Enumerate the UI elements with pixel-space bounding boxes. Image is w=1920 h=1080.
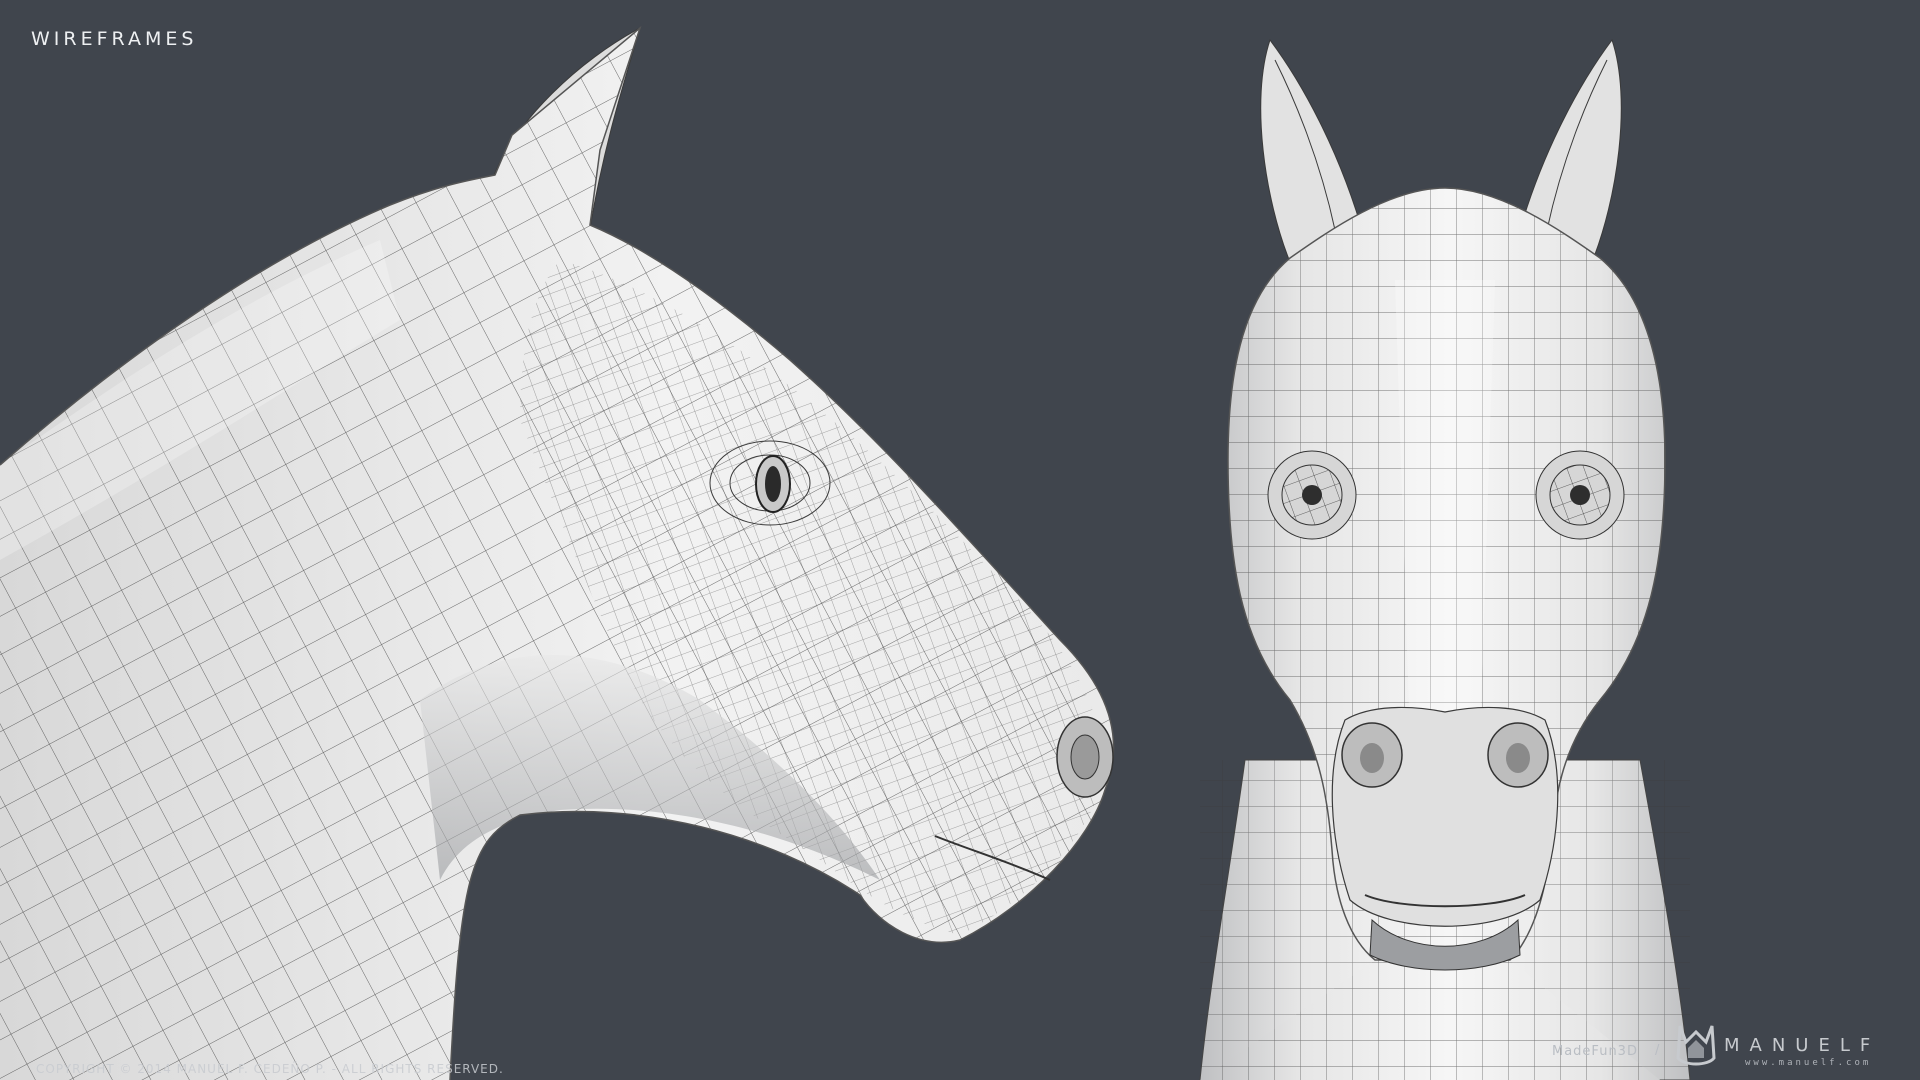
credit-madefun: MadeFun3D	[1552, 1044, 1638, 1059]
front-nostril-left	[1341, 722, 1403, 788]
front-nostril-right	[1487, 722, 1549, 788]
horse-front-view	[1199, 38, 1691, 1080]
manuelf-logo-icon	[1676, 1025, 1716, 1066]
brand-url: www.manuelf.com	[1745, 1058, 1872, 1068]
credit-separator: /	[1655, 1043, 1660, 1058]
wireframe-render-canvas: WIREFRAMES COPYRIGHT © 2014 MANUEL F. CE…	[0, 0, 1920, 1080]
front-eye-left	[1267, 450, 1357, 540]
brand-name: MANUELF	[1724, 1035, 1881, 1056]
front-eye-right	[1535, 450, 1625, 540]
copyright-notice: COPYRIGHT © 2014 MANUEL F. CEDEÑO P. - A…	[36, 1062, 504, 1076]
page-title: WIREFRAMES	[31, 28, 198, 50]
